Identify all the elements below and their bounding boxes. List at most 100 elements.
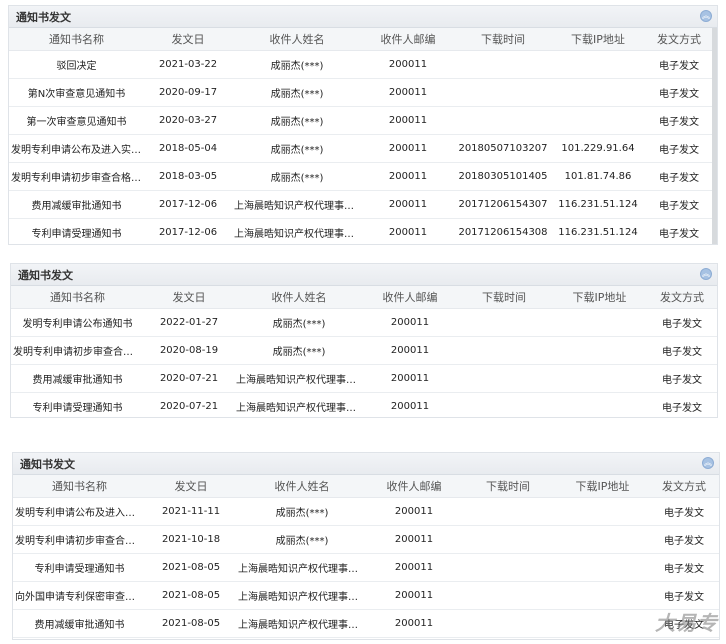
notice-panel-3: 通知书发文 ︽ 通知书名称 发文日 收件人姓名 收件人邮编 下载时间 下载IP地… bbox=[12, 452, 720, 640]
notice-table: 通知书名称 发文日 收件人姓名 收件人邮编 下载时间 下载IP地址 发文方式 驳… bbox=[9, 28, 714, 244]
table-header-row: 通知书名称 发文日 收件人姓名 收件人邮编 下载时间 下载IP地址 发文方式 bbox=[9, 28, 714, 51]
collapse-up-icon[interactable]: ︽ bbox=[700, 10, 712, 22]
cell-download-ip bbox=[552, 308, 647, 337]
cell-download-time bbox=[460, 497, 556, 526]
cell-notice-name: 费用减缓审批通知书 bbox=[9, 190, 144, 219]
col-header-issue-date: 发文日 bbox=[144, 28, 232, 51]
cell-download-time bbox=[460, 581, 556, 610]
table-row[interactable]: 发明专利申请公布通知书 2022-01-27 成丽杰(***) 200011 电子发文 bbox=[11, 308, 717, 337]
cell-delivery-method: 电子发文 bbox=[644, 162, 714, 191]
table-row[interactable]: 发明专利申请初步审查合格通知书2020-08-19成丽杰(***)200011 电… bbox=[11, 336, 717, 365]
cell-issue-date: 2020-09-17 bbox=[144, 78, 232, 107]
cell-recipient-zip: 200011 bbox=[362, 134, 454, 163]
cell-download-ip bbox=[552, 106, 644, 135]
cell-issue-date: 2021-03-22 bbox=[144, 50, 232, 79]
cell-issue-date: 2020-08-19 bbox=[144, 336, 234, 365]
cell-download-time: 20180507103207 bbox=[454, 134, 552, 163]
cell-delivery-method: 电子发文 bbox=[644, 106, 714, 135]
watermark-logo: 大易专 bbox=[655, 611, 718, 635]
cell-delivery-method: 电子发文 bbox=[644, 218, 714, 244]
cell-recipient-name: 上海晨晧知识产权代理事务所... bbox=[236, 581, 368, 610]
cell-issue-date: 2021-08-05 bbox=[146, 609, 236, 638]
cell-recipient-name: 成丽杰(***) bbox=[232, 106, 362, 135]
notice-panel-2: 通知书发文 ︽ 通知书名称 发文日 收件人姓名 收件人邮编 下载时间 下载IP地… bbox=[10, 263, 718, 418]
cell-issue-date: 2018-03-05 bbox=[144, 162, 232, 191]
cell-download-ip: 101.229.91.64 bbox=[552, 134, 644, 163]
cell-recipient-zip: 200011 bbox=[368, 525, 460, 554]
table-header-row: 通知书名称 发文日 收件人姓名 收件人邮编 下载时间 下载IP地址 发文方式 bbox=[11, 286, 717, 309]
col-header-download-ip: 下载IP地址 bbox=[552, 286, 647, 309]
cell-recipient-name: 上海晨晧知识产权代理事务所... bbox=[232, 218, 362, 244]
table-row[interactable]: 专利申请受理通知书 2021-08-05 上海晨晧知识产权代理事务所... 20001… bbox=[13, 553, 719, 582]
col-header-delivery-method: 发文方式 bbox=[644, 28, 714, 51]
cell-download-time bbox=[454, 78, 552, 107]
cell-recipient-zip: 200011 bbox=[362, 190, 454, 219]
cell-download-ip bbox=[556, 609, 649, 638]
cell-download-ip: 116.231.51.124 bbox=[552, 218, 644, 244]
cell-issue-date: 2017-12-06 bbox=[144, 190, 232, 219]
cell-notice-name: 发明专利申请初步审查合格通知书 bbox=[9, 162, 144, 191]
table-row[interactable]: 发明专利申请公布及进入实质审...2021-11-11成丽杰(***)20001… bbox=[13, 497, 719, 526]
cell-recipient-name: 成丽杰(***) bbox=[232, 162, 362, 191]
notice-panel-1: 通知书发文 ︽ 通知书名称 发文日 收件人姓名 收件人邮编 下载时间 下载IP地… bbox=[8, 5, 718, 245]
cell-recipient-zip: 200011 bbox=[368, 497, 460, 526]
table-row[interactable]: 向外国申请专利保密审查意见通...2021-08-05上海晨晧知识产权代理事务所… bbox=[13, 581, 719, 610]
cell-recipient-zip: 200011 bbox=[364, 392, 456, 417]
panel-title: 通知书发文 bbox=[18, 269, 73, 282]
cell-download-ip bbox=[552, 50, 644, 79]
cell-recipient-name: 上海晨晧知识产权代理事务所... bbox=[236, 553, 368, 582]
col-header-recipient-name: 收件人姓名 bbox=[234, 286, 364, 309]
col-header-recipient-zip: 收件人邮编 bbox=[368, 475, 460, 498]
panel-header: 通知书发文 ︽ bbox=[13, 453, 719, 475]
table-header-row: 通知书名称 发文日 收件人姓名 收件人邮编 下载时间 下载IP地址 发文方式 bbox=[13, 475, 719, 498]
col-header-notice-name: 通知书名称 bbox=[9, 28, 144, 51]
table-row[interactable]: 第一次审查意见通知书 2020-03-27 成丽杰(***) 200011 电子发文 bbox=[9, 106, 714, 135]
table-row[interactable]: 发明专利申请初步审查合格通知书2018-03-05成丽杰(***)2000112… bbox=[9, 162, 714, 191]
cell-delivery-method: 电子发文 bbox=[644, 78, 714, 107]
table-row[interactable]: 第N次审查意见通知书 2020-09-17 成丽杰(***) 200011 电子发文 bbox=[9, 78, 714, 107]
table-row[interactable]: 专利申请受理通知书 2020-07-21 上海晨晧知识产权代理事务所... 20001… bbox=[11, 392, 717, 417]
cell-recipient-name: 上海晨晧知识产权代理事务所... bbox=[234, 364, 364, 393]
collapse-up-icon[interactable]: ︽ bbox=[702, 457, 714, 469]
cell-notice-name: 专利申请受理通知书 bbox=[13, 553, 146, 582]
table-row[interactable]: 发明专利申请初步审查合格通知书2021-10-18成丽杰(***)200011 电… bbox=[13, 525, 719, 554]
col-header-download-ip: 下载IP地址 bbox=[552, 28, 644, 51]
table-row[interactable]: 专利申请受理通知书 2017-12-06 上海晨晧知识产权代理事务所... 20001… bbox=[9, 218, 714, 244]
cell-recipient-zip: 200011 bbox=[364, 364, 456, 393]
table-row[interactable]: 驳回决定 2021-03-22 成丽杰(***) 200011 电子发文 bbox=[9, 50, 714, 79]
cell-download-time bbox=[456, 336, 552, 365]
cell-download-ip bbox=[556, 525, 649, 554]
cell-recipient-zip: 200011 bbox=[364, 308, 456, 337]
table-row[interactable]: 费用减缓审批通知书 2017-12-06 上海晨晧知识产权代理事务所... 20001… bbox=[9, 190, 714, 219]
col-header-issue-date: 发文日 bbox=[146, 475, 236, 498]
cell-delivery-method: 电子发文 bbox=[644, 50, 714, 79]
vertical-scrollbar[interactable] bbox=[712, 28, 717, 244]
cell-download-ip bbox=[552, 336, 647, 365]
notice-table: 通知书名称 发文日 收件人姓名 收件人邮编 下载时间 下载IP地址 发文方式 发… bbox=[13, 475, 719, 638]
cell-recipient-zip: 200011 bbox=[362, 162, 454, 191]
table-row[interactable]: 发明专利申请公布及进入实质审...2018-05-04成丽杰(***)20001… bbox=[9, 134, 714, 163]
cell-notice-name: 第N次审查意见通知书 bbox=[9, 78, 144, 107]
cell-recipient-name: 成丽杰(***) bbox=[232, 50, 362, 79]
cell-download-time bbox=[460, 553, 556, 582]
cell-issue-date: 2020-07-21 bbox=[144, 364, 234, 393]
cell-delivery-method: 电子发文 bbox=[649, 497, 719, 526]
cell-recipient-name: 成丽杰(***) bbox=[232, 78, 362, 107]
table-row[interactable]: 费用减缓审批通知书 2021-08-05 上海晨晧知识产权代理事务所... 20001… bbox=[13, 609, 719, 638]
cell-download-time bbox=[456, 308, 552, 337]
cell-issue-date: 2017-12-06 bbox=[144, 218, 232, 244]
table-row[interactable]: 费用减缓审批通知书 2020-07-21 上海晨晧知识产权代理事务所... 20001… bbox=[11, 364, 717, 393]
collapse-up-icon[interactable]: ︽ bbox=[700, 268, 712, 280]
cell-issue-date: 2020-03-27 bbox=[144, 106, 232, 135]
cell-download-time: 20171206154308 bbox=[454, 218, 552, 244]
cell-download-time bbox=[454, 50, 552, 79]
cell-download-time bbox=[456, 364, 552, 393]
cell-notice-name: 驳回决定 bbox=[9, 50, 144, 79]
cell-recipient-name: 成丽杰(***) bbox=[236, 525, 368, 554]
cell-download-ip: 116.231.51.124 bbox=[552, 190, 644, 219]
cell-delivery-method: 电子发文 bbox=[644, 190, 714, 219]
cell-delivery-method: 电子发文 bbox=[649, 581, 719, 610]
col-header-recipient-zip: 收件人邮编 bbox=[362, 28, 454, 51]
cell-issue-date: 2021-10-18 bbox=[146, 525, 236, 554]
cell-download-ip bbox=[556, 553, 649, 582]
